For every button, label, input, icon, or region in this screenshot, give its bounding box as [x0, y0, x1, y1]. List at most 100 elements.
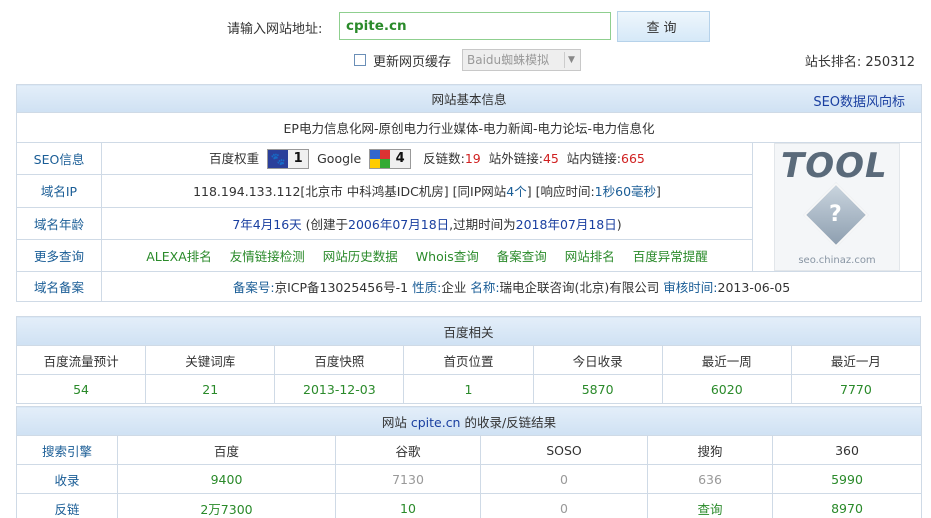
expire-date: 2018年07月18日 [515, 216, 617, 232]
baidu-related-table: 百度相关 百度流量预计 关键词库 百度快照 首页位置 今日收录 最近一周 最近一… [15, 316, 922, 404]
google-backlinks-value[interactable]: 10 [335, 493, 481, 518]
internal-links-value[interactable]: 665 [621, 151, 645, 166]
created-date: 2006年07月18日 [348, 216, 450, 232]
search-row: 请输入网站地址: 查询 [0, 11, 931, 42]
today-index-value[interactable]: 5870 [532, 374, 663, 404]
sogou-backlinks-query-link[interactable]: 查询 [647, 493, 773, 518]
expire-prefix: ,过期时间为 [449, 216, 516, 232]
month-index-value[interactable]: 7770 [790, 374, 922, 404]
sogou-indexed-value[interactable]: 636 [647, 464, 773, 494]
beian-query-link[interactable]: 备案查询 [497, 249, 547, 264]
index-header-prefix: 网站 [381, 414, 407, 430]
baidu-alert-link[interactable]: 百度异常提醒 [633, 249, 708, 264]
site-history-link[interactable]: 网站历史数据 [323, 249, 398, 264]
engine-col-header: 谷歌 [335, 435, 481, 465]
refresh-cache-checkbox[interactable] [354, 54, 366, 66]
baidu-traffic-value[interactable]: 54 [15, 374, 147, 404]
chevron-down-icon: ▼ [564, 52, 578, 68]
baidu-related-header: 百度相关 [16, 316, 921, 346]
backlinks-row-label: 反链 [16, 493, 118, 518]
360-indexed-value[interactable]: 5990 [771, 464, 923, 494]
query-button[interactable]: 查询 [617, 11, 710, 42]
response-time-label: ] [响应时间: [526, 184, 595, 200]
domain-age-row: 7年4月16天 (创建于2006年07月18日,过期时间为2018年07月18日… [101, 206, 753, 240]
domain-age-label: 域名年龄 [16, 206, 102, 240]
spider-select[interactable]: Baidu蜘蛛模拟 ▼ [462, 49, 581, 71]
beian-no-value: 京ICP备13025456号-1 [274, 280, 409, 295]
360-backlinks-value[interactable]: 8970 [771, 493, 923, 518]
baidu-col-header: 百度快照 [274, 345, 405, 375]
response-time-value: 1秒60毫秒 [594, 184, 657, 200]
external-links-label: 站外链接: [488, 150, 543, 166]
engine-col-header: 360 [771, 435, 923, 465]
baidu-col-header: 首页位置 [403, 345, 534, 375]
google-pr-badge[interactable]: 4 [369, 149, 412, 170]
audit-time-value: 2013-06-05 [717, 280, 791, 295]
chinaz-tool-logo: TOOL ? seo.chinaz.com [774, 143, 901, 271]
url-input[interactable] [339, 12, 611, 40]
site-rank-link[interactable]: 网站排名 [565, 249, 615, 264]
baidu-col-header: 最近一月 [790, 345, 922, 375]
whois-link[interactable]: Whois查询 [416, 249, 479, 264]
refresh-cache-label[interactable]: 更新网页缓存 [373, 51, 451, 70]
basic-info-title: 网站基本信息 [431, 92, 507, 107]
backlinks-label: 反链数: [423, 150, 465, 166]
seo-trend-link[interactable]: SEO数据风向标 [813, 91, 905, 110]
tool-logo-site: seo.chinaz.com [798, 255, 876, 266]
snapshot-value[interactable]: 2013-12-03 [274, 374, 405, 404]
same-ip-count[interactable]: 4个 [506, 184, 526, 199]
google-indexed-value[interactable]: 7130 [335, 464, 481, 494]
week-index-value[interactable]: 6020 [661, 374, 792, 404]
site-rank: 站长排名: 250312 [805, 51, 915, 70]
baidu-weight-label: 百度权重 [209, 150, 260, 166]
company-name-label: 名称: [470, 280, 500, 295]
more-query-links: ALEXA排名 友情链接检测 网站历史数据 Whois查询 备案查询 网站排名 百度异常提醒 [101, 238, 753, 273]
engine-col-header: 百度 [117, 435, 336, 465]
domain-ip-end: ] [656, 184, 661, 200]
google-pr-value: 4 [395, 151, 405, 167]
home-position-value: 1 [403, 374, 534, 404]
indexed-row-label: 收录 [16, 464, 118, 494]
tool-logo-cell: TOOL ? seo.chinaz.com [751, 142, 923, 272]
baidu-col-header: 最近一周 [661, 345, 792, 375]
seo-info-row: 百度权重 🐾 1 Google 4 反链数:19 站外链接:45 站内链接:665 [101, 141, 753, 176]
index-results-header: 网站 cpite.cn 的收录/反链结果 [15, 406, 923, 436]
more-query-label: 更多查询 [16, 238, 102, 273]
domain-ip-row: 118.194.133.112[北京市 中科鸿基IDC机房] [同IP网站4个]… [101, 174, 753, 208]
spider-select-value: Baidu蜘蛛模拟 [467, 53, 550, 67]
beian-label: 域名备案 [16, 271, 102, 302]
index-results-table: 网站 cpite.cn 的收录/反链结果 搜索引擎 百度 谷歌 SOSO 搜狗 … [15, 406, 923, 518]
question-icon: ? [829, 202, 842, 227]
baidu-weight-badge[interactable]: 🐾 1 [267, 149, 310, 170]
friend-link-check-link[interactable]: 友情链接检测 [230, 249, 305, 264]
engine-col-header: 搜索引擎 [16, 435, 118, 465]
external-links-value[interactable]: 45 [543, 151, 559, 166]
audit-time-label: 审核时间: [663, 280, 718, 295]
soso-indexed-value[interactable]: 0 [480, 464, 648, 494]
keyword-count-value[interactable]: 21 [145, 374, 276, 404]
baidu-paw-icon: 🐾 [268, 150, 289, 169]
options-row: 更新网页缓存 Baidu蜘蛛模拟 ▼ 站长排名: 250312 [0, 48, 931, 72]
baidu-backlinks-value[interactable]: 2万7300 [117, 493, 336, 518]
beian-no-label: 备案号: [232, 280, 275, 295]
domain-ip-label: 域名IP [16, 174, 102, 208]
site-rank-value: 250312 [865, 55, 915, 70]
google-logo-icon [370, 150, 391, 169]
index-header-suffix: 的收录/反链结果 [464, 414, 557, 430]
company-name-value: 瑞电企联咨询(北京)有限公司 [499, 280, 660, 295]
alexa-rank-link[interactable]: ALEXA排名 [146, 249, 212, 264]
baidu-weight-value: 1 [293, 151, 303, 167]
baidu-indexed-value[interactable]: 9400 [117, 464, 336, 494]
basic-info-header: 网站基本信息 SEO数据风向标 [15, 84, 923, 113]
google-label: Google [317, 150, 362, 166]
index-header-site[interactable]: cpite.cn [411, 415, 461, 430]
beian-row: 备案号:京ICP备13025456号-1 性质:企业 名称:瑞电企联咨询(北京)… [100, 271, 923, 302]
site-rank-label: 站长排名: [804, 55, 862, 70]
soso-backlinks-value[interactable]: 0 [480, 493, 648, 518]
engine-col-header: 搜狗 [647, 435, 773, 465]
engine-col-header: SOSO [480, 435, 648, 465]
internal-links-label: 站内链接: [566, 150, 622, 166]
seo-info-label[interactable]: SEO信息 [16, 141, 102, 176]
backlinks-value[interactable]: 19 [465, 151, 481, 166]
url-label: 请输入网站地址: [227, 22, 323, 37]
